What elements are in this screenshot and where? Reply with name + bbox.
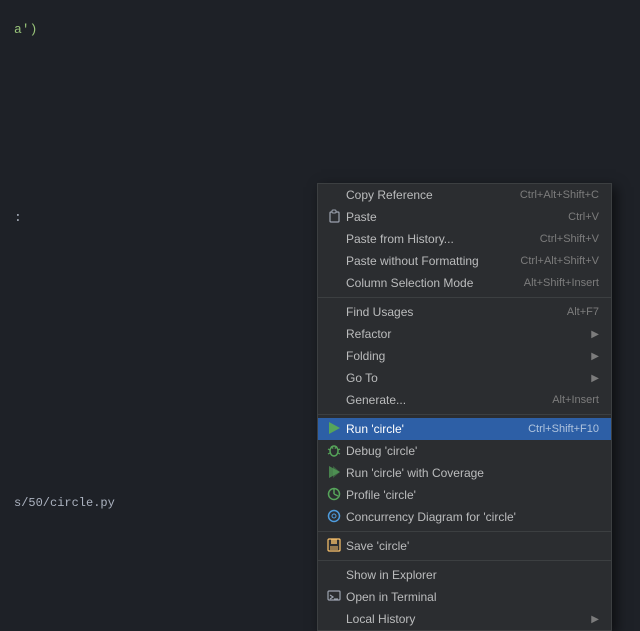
menu-label-refactor: Refactor <box>346 327 583 341</box>
context-menu: Copy Reference Ctrl+Alt+Shift+C Paste Ctrl… <box>317 183 612 631</box>
paste-icon <box>327 209 341 226</box>
menu-label-paste: Paste <box>346 210 548 224</box>
menu-label-find-usages: Find Usages <box>346 305 547 319</box>
separator-17 <box>318 531 611 532</box>
save-icon <box>327 538 341 555</box>
menu-item-show-in-explorer[interactable]: Show in Explorer <box>318 564 611 586</box>
menu-label-show-in-explorer: Show in Explorer <box>346 568 599 582</box>
menu-item-paste-from-history[interactable]: Paste from History... Ctrl+Shift+V <box>318 228 611 250</box>
menu-label-paste-from-history: Paste from History... <box>346 232 520 246</box>
code-snippet-2: : <box>14 210 22 225</box>
menu-label-paste-without-formatting: Paste without Formatting <box>346 254 500 268</box>
menu-shortcut-generate: Alt+Insert <box>552 394 599 406</box>
menu-item-column-selection-mode[interactable]: Column Selection Mode Alt+Shift+Insert <box>318 272 611 294</box>
menu-label-run-circle: Run 'circle' <box>346 422 508 436</box>
menu-item-copy-reference[interactable]: Copy Reference Ctrl+Alt+Shift+C <box>318 184 611 206</box>
menu-item-save-circle[interactable]: Save 'circle' <box>318 535 611 557</box>
separator-5 <box>318 297 611 298</box>
menu-label-profile-circle: Profile 'circle' <box>346 488 599 502</box>
menu-item-paste[interactable]: Paste Ctrl+V <box>318 206 611 228</box>
menu-item-paste-without-formatting[interactable]: Paste without Formatting Ctrl+Alt+Shift+V <box>318 250 611 272</box>
menu-label-go-to: Go To <box>346 371 583 385</box>
menu-item-go-to[interactable]: Go To ▶ <box>318 367 611 389</box>
menu-label-run-circle-coverage: Run 'circle' with Coverage <box>346 466 599 480</box>
menu-item-open-in-terminal[interactable]: Open in Terminal <box>318 586 611 608</box>
separator-19 <box>318 560 611 561</box>
code-snippet: a') <box>14 22 37 37</box>
menu-label-copy-reference: Copy Reference <box>346 188 500 202</box>
menu-item-find-usages[interactable]: Find Usages Alt+F7 <box>318 301 611 323</box>
run-icon <box>327 421 341 438</box>
menu-item-run-circle[interactable]: Run 'circle' Ctrl+Shift+F10 <box>318 418 611 440</box>
menu-shortcut-paste: Ctrl+V <box>568 211 599 223</box>
separator-11 <box>318 414 611 415</box>
menu-label-local-history: Local History <box>346 612 583 626</box>
menu-shortcut-paste-from-history: Ctrl+Shift+V <box>540 233 599 245</box>
menu-label-generate: Generate... <box>346 393 532 407</box>
menu-arrow-go-to: ▶ <box>591 373 599 384</box>
concurrency-icon <box>327 509 341 526</box>
terminal-icon <box>327 589 341 606</box>
menu-shortcut-paste-without-formatting: Ctrl+Alt+Shift+V <box>520 255 599 267</box>
menu-label-open-in-terminal: Open in Terminal <box>346 590 599 604</box>
menu-arrow-refactor: ▶ <box>591 329 599 340</box>
menu-label-debug-circle: Debug 'circle' <box>346 444 599 458</box>
menu-shortcut-find-usages: Alt+F7 <box>567 306 599 318</box>
menu-item-folding[interactable]: Folding ▶ <box>318 345 611 367</box>
menu-item-local-history[interactable]: Local History ▶ <box>318 608 611 630</box>
menu-label-column-selection-mode: Column Selection Mode <box>346 276 504 290</box>
debug-icon <box>327 443 341 460</box>
menu-arrow-folding: ▶ <box>591 351 599 362</box>
menu-item-profile-circle[interactable]: Profile 'circle' <box>318 484 611 506</box>
menu-item-refactor[interactable]: Refactor ▶ <box>318 323 611 345</box>
coverage-icon <box>327 465 341 482</box>
menu-arrow-local-history: ▶ <box>591 614 599 625</box>
menu-shortcut-run-circle: Ctrl+Shift+F10 <box>528 423 599 435</box>
menu-label-concurrency-circle: Concurrency Diagram for 'circle' <box>346 510 599 524</box>
menu-item-generate[interactable]: Generate... Alt+Insert <box>318 389 611 411</box>
menu-shortcut-copy-reference: Ctrl+Alt+Shift+C <box>520 189 599 201</box>
menu-label-save-circle: Save 'circle' <box>346 539 599 553</box>
menu-label-folding: Folding <box>346 349 583 363</box>
menu-item-concurrency-circle[interactable]: Concurrency Diagram for 'circle' <box>318 506 611 528</box>
menu-item-run-circle-coverage[interactable]: Run 'circle' with Coverage <box>318 462 611 484</box>
file-path: s/50/circle.py <box>14 496 115 510</box>
profile-icon <box>327 487 341 504</box>
menu-shortcut-column-selection-mode: Alt+Shift+Insert <box>524 277 599 289</box>
menu-item-debug-circle[interactable]: Debug 'circle' <box>318 440 611 462</box>
